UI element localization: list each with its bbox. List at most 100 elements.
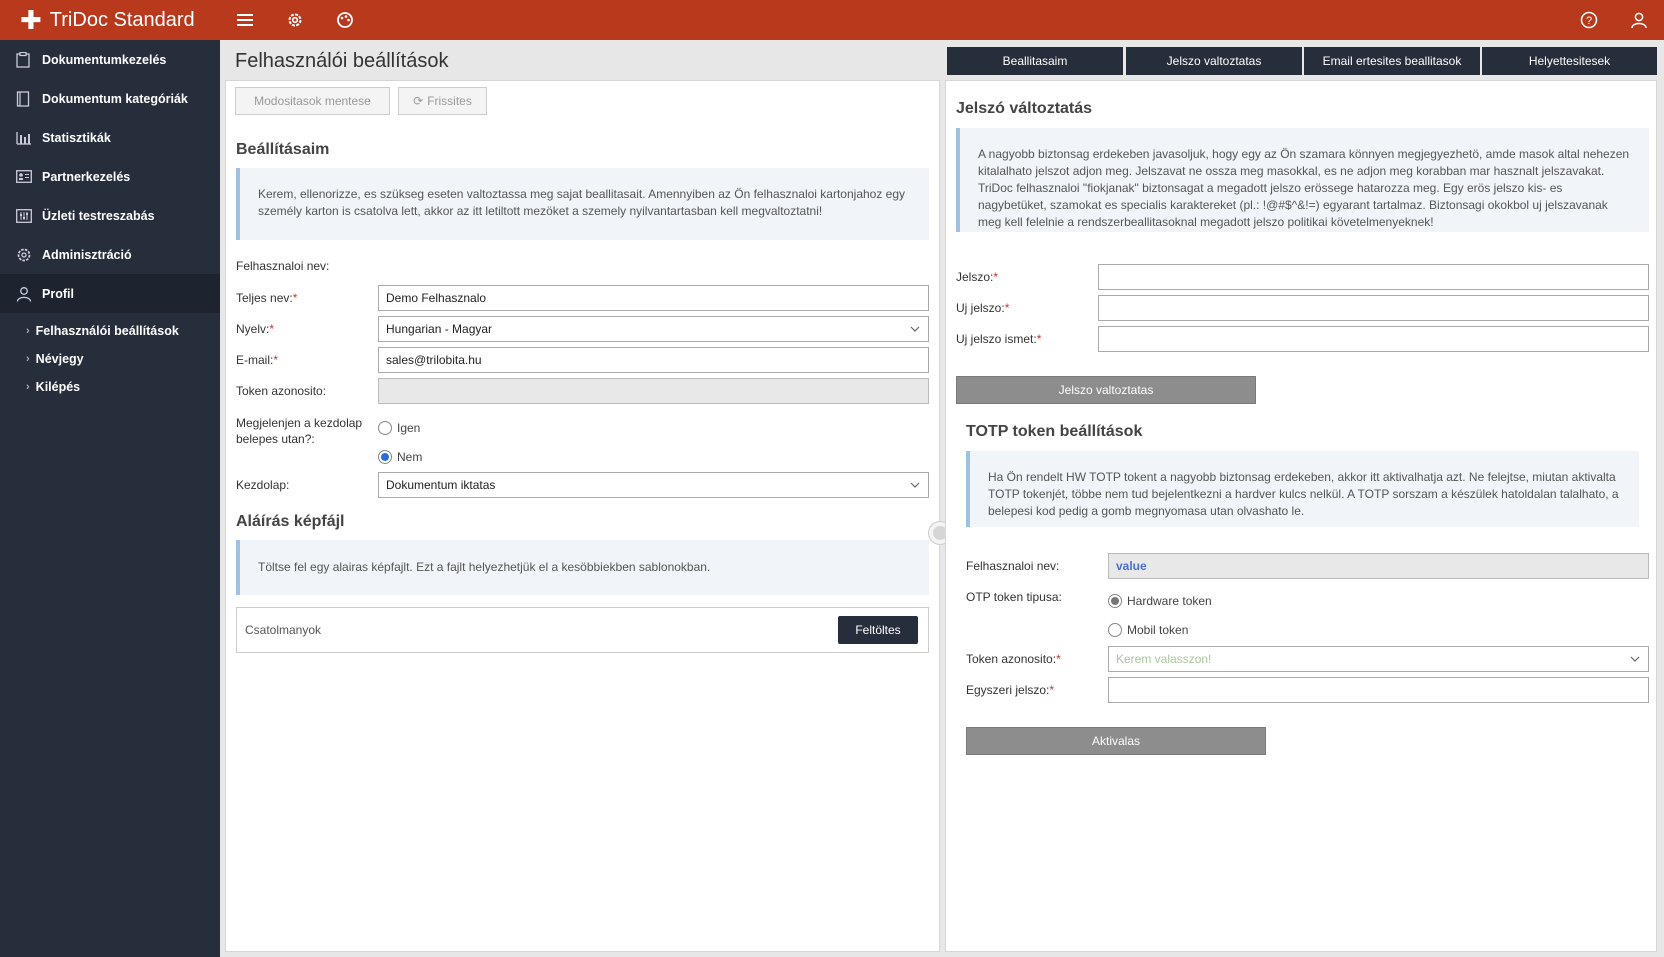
radio-mobile-token[interactable]: Mobil token: [1108, 623, 1188, 637]
required-marker: *: [273, 353, 279, 367]
sidebar-item-partnerkezeles[interactable]: Partnerkezelés: [0, 157, 220, 196]
required-marker: *: [1004, 301, 1010, 315]
required-marker: *: [1049, 683, 1055, 697]
chevron-right-icon: ›: [26, 325, 30, 337]
sidebar-item-statisztikak[interactable]: Statisztikák: [0, 118, 220, 157]
radio-circle-checked: [378, 450, 392, 464]
top-bar: ✚ TriDoc Standard ?: [0, 0, 1664, 40]
fullname-label: Teljes nev:*: [236, 291, 297, 305]
sidebar-item-label: Profil: [42, 286, 74, 301]
token-id-label-text: Token azonosito:: [966, 652, 1057, 666]
sidebar-item-dokumentum-kategoriak[interactable]: Dokumentum kategóriák: [0, 79, 220, 118]
tab-helyettesitesek[interactable]: Helyettesitesek: [1482, 47, 1657, 75]
required-marker: *: [993, 270, 999, 284]
email-field[interactable]: sales@trilobita.hu: [378, 347, 929, 373]
plus-logo-icon: ✚: [20, 5, 42, 35]
otp-label: Egyszeri jelszo:*: [966, 683, 1054, 697]
info-text: Kerem, ellenorizze, es szükseg eseten va…: [258, 187, 906, 218]
info-box: Kerem, ellenorizze, es szükseg eseten va…: [236, 168, 929, 240]
palette-icon[interactable]: [320, 0, 370, 40]
bar-chart-icon: [16, 131, 36, 145]
save-button[interactable]: Modositasok mentese: [235, 87, 390, 115]
language-select[interactable]: Hungarian - Magyar: [378, 316, 929, 342]
section-title-alairas: Aláírás képfájl: [236, 513, 345, 530]
sidebar-item-adminisztracio[interactable]: Adminisztráció: [0, 235, 220, 274]
refresh-button[interactable]: ⟳ Frissites: [398, 87, 487, 115]
new-password-field[interactable]: [1098, 295, 1649, 321]
otp-field[interactable]: [1108, 677, 1649, 703]
sidebar-subitem-label: Kilépés: [35, 380, 81, 394]
radio-circle: [378, 421, 392, 435]
radio-nem[interactable]: Nem: [378, 450, 422, 464]
token-id-label: Token azonosito:*: [966, 652, 1061, 666]
totp-username-label: Felhasznaloi nev:: [966, 559, 1060, 573]
homepage-select[interactable]: Dokumentum iktatas: [378, 472, 929, 498]
homepage-question-label: Megjelenjen a kezdolap belepes utan?:: [236, 416, 363, 446]
help-icon[interactable]: ?: [1564, 0, 1614, 40]
password-label: Jelszo:*: [956, 270, 998, 284]
token-label: Token azonosito:: [236, 384, 327, 398]
fullname-field[interactable]: Demo Felhasznalo: [378, 285, 929, 311]
password-section-title: Jelszó változtatás: [956, 100, 1093, 117]
hamburger-icon[interactable]: [220, 0, 270, 40]
change-password-button[interactable]: Jelszo valtoztatas: [956, 376, 1256, 404]
tab-beallitasaim[interactable]: Beallitasaim: [947, 47, 1123, 75]
upload-button[interactable]: Feltöltes: [838, 616, 918, 644]
sidebar-item-label: Üzleti testreszabás: [42, 208, 155, 223]
language-label: Nyelv:*: [236, 322, 274, 336]
otp-label-text: Egyszeri jelszo:: [966, 683, 1050, 697]
tab-email-ertesites[interactable]: Email ertesites beallitasok: [1304, 47, 1480, 75]
svg-text:?: ?: [1586, 15, 1592, 27]
signature-info-box: Töltse fel egy alairas képfajlt. Ezt a f…: [236, 540, 929, 595]
radio-igen[interactable]: Igen: [378, 421, 420, 435]
repeat-password-field[interactable]: [1098, 326, 1649, 352]
sidebar-subitem-kilepes[interactable]: › Kilépés: [0, 373, 220, 401]
fullname-label-text: Teljes nev:: [236, 291, 293, 305]
settings-panel: Modositasok mentese ⟳ Frissites Beállítá…: [225, 80, 940, 952]
page-title: Felhasználói beállítások: [235, 50, 449, 72]
user-icon[interactable]: [1614, 0, 1664, 40]
password-field[interactable]: [1098, 264, 1649, 290]
chevron-right-icon: ›: [26, 353, 30, 365]
sliders-icon: [16, 208, 36, 223]
sidebar-subitem-label: Felhasználói beállítások: [35, 324, 179, 338]
sidebar: Dokumentumkezelés Dokumentum kategóriák …: [0, 40, 220, 957]
password-panel: Jelszó változtatás A nagyobb biztonsag e…: [945, 80, 1657, 952]
required-marker: *: [1036, 332, 1042, 346]
chevron-down-icon: [910, 323, 920, 337]
radio-circle: [1108, 623, 1122, 637]
token-field: [378, 378, 929, 404]
token-id-placeholder: Kerem valasszon!: [1116, 652, 1212, 666]
password-label-text: Jelszo:: [956, 270, 994, 284]
sidebar-item-uzleti-testreszabas[interactable]: Üzleti testreszabás: [0, 196, 220, 235]
sidebar-item-dokumentumkezeles[interactable]: Dokumentumkezelés: [0, 40, 220, 79]
email-label-text: E-mail:: [236, 353, 274, 367]
chevron-right-icon: ›: [26, 381, 30, 393]
app-title: TriDoc Standard: [49, 8, 195, 31]
radio-nem-label: Nem: [397, 450, 423, 464]
required-marker: *: [269, 322, 275, 336]
brand[interactable]: ✚ TriDoc Standard: [0, 7, 220, 33]
sidebar-item-label: Partnerkezelés: [42, 169, 131, 184]
gear-icon[interactable]: [270, 0, 320, 40]
id-card-icon: [16, 170, 36, 183]
book-icon: [16, 90, 36, 107]
password-info-text: A nagyobb biztonsag erdekeben javasoljuk…: [978, 147, 1630, 229]
new-password-label-text: Uj jelszo:: [956, 301, 1005, 315]
sidebar-subitem-felhasznaloi-beallitasok[interactable]: › Felhasználói beállítások: [0, 317, 220, 345]
radio-hardware-token[interactable]: Hardware token: [1108, 594, 1212, 608]
tab-jelszo-valtoztatas[interactable]: Jelszo valtoztatas: [1126, 47, 1302, 75]
sidebar-item-profil[interactable]: Profil: [0, 274, 220, 313]
token-id-select[interactable]: Kerem valasszon!: [1108, 646, 1649, 672]
activate-button[interactable]: Aktivalas: [966, 727, 1266, 755]
otp-type-label: OTP token tipusa:: [966, 590, 1062, 604]
new-password-label: Uj jelszo:*: [956, 301, 1009, 315]
password-info-box: A nagyobb biztonsag erdekeben javasoljuk…: [956, 128, 1649, 232]
language-label-text: Nyelv:: [236, 322, 270, 336]
totp-section-title: TOTP token beállítások: [966, 423, 1143, 440]
radio-mobile-label: Mobil token: [1127, 623, 1189, 637]
sidebar-subitem-nevjegy[interactable]: › Névjegy: [0, 345, 220, 373]
totp-username-field: value: [1108, 553, 1649, 579]
chevron-down-icon: [910, 479, 920, 493]
refresh-icon: ⟳: [413, 94, 424, 108]
